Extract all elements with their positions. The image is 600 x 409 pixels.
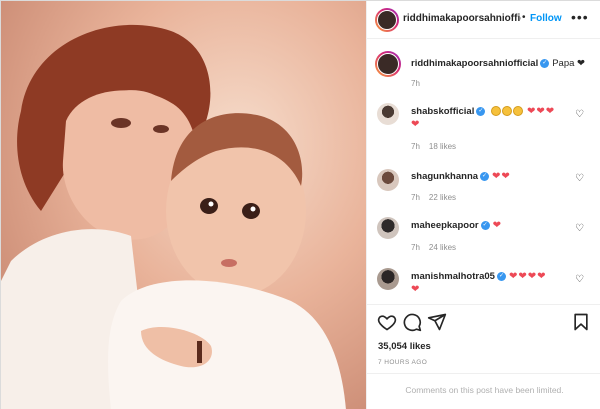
comment-likes[interactable]: 18 likes <box>429 142 456 151</box>
comment-avatar[interactable] <box>377 217 399 239</box>
avatar-image <box>377 217 399 239</box>
comment-meta: 7h 18 likes <box>411 142 465 151</box>
smiley-emoji-icon <box>502 106 512 117</box>
actions-divider <box>367 304 600 305</box>
verified-badge-icon: ✓ <box>496 271 506 281</box>
verified-badge-icon: ✓ <box>480 220 490 230</box>
more-options-icon[interactable]: ••• <box>571 9 589 25</box>
separator-dot: • <box>522 12 526 23</box>
post-timestamp[interactable]: 7 HOURS AGO <box>378 359 427 366</box>
avatar-image <box>377 53 399 75</box>
comment-avatar[interactable] <box>377 268 399 290</box>
comment-text: ❤ <box>492 220 502 231</box>
comment-avatar[interactable] <box>377 103 399 125</box>
comment-meta: 7h 24 likes <box>411 243 465 252</box>
caption-time[interactable]: 7h <box>411 79 420 88</box>
comment-line-wrap: ❤ <box>411 119 420 130</box>
comment-time[interactable]: 7h <box>411 193 420 202</box>
caption-username[interactable]: riddhimakapoorsahniofficial <box>411 58 538 69</box>
post-panel: riddhimakapoorsahniofficial • Follow •••… <box>366 1 600 409</box>
comment-likes[interactable]: 22 likes <box>429 193 456 202</box>
smiley-emoji-icon <box>513 106 523 117</box>
verified-badge-icon: ✓ <box>476 106 486 116</box>
post-photo[interactable] <box>1 1 366 409</box>
likes-count[interactable]: 35,054 likes <box>378 341 431 352</box>
avatar-image <box>377 169 399 191</box>
verified-badge-icon: ✓ <box>540 58 550 68</box>
comment-like-heart-icon[interactable]: ♡ <box>575 274 584 285</box>
comment-time[interactable]: 7h <box>411 243 420 252</box>
comment-meta: 7h 22 likes <box>411 193 465 202</box>
caption-line: riddhimakapoorsahniofficial ✓ Papa ❤ <box>411 58 585 69</box>
follow-button[interactable]: Follow <box>530 13 562 24</box>
comment-line-wrap: ❤ <box>411 284 420 295</box>
comment-time[interactable]: 7h <box>411 142 420 151</box>
comment-like-heart-icon[interactable]: ♡ <box>575 223 584 234</box>
photo-illustration <box>1 1 366 409</box>
comment-text: ❤❤❤❤ <box>508 271 547 282</box>
smiley-emoji-icon <box>491 106 501 117</box>
comment-like-heart-icon[interactable]: ♡ <box>575 109 584 120</box>
save-bookmark-icon[interactable] <box>571 312 591 332</box>
post-modal: riddhimakapoorsahniofficial • Follow •••… <box>0 0 600 409</box>
author-avatar[interactable] <box>375 8 399 32</box>
comment-text: ❤❤❤ <box>527 106 556 117</box>
avatar-image <box>377 103 399 125</box>
comment-username[interactable]: shagunkhanna <box>411 171 478 182</box>
verified-badge-icon: ✓ <box>480 171 490 181</box>
caption-text: Papa ❤ <box>552 58 586 69</box>
comment-avatar[interactable] <box>377 169 399 191</box>
comment-line: maheepkapoor ✓ ❤ <box>411 220 502 231</box>
comment-text: ❤❤ <box>492 171 511 182</box>
comments-divider <box>367 373 600 374</box>
comment-username[interactable]: shabskofficial <box>411 106 474 117</box>
comment-text: ❤ <box>411 119 421 130</box>
comment-line: manishmalhotra05 ✓ ❤❤❤❤ <box>411 271 546 282</box>
comment-like-heart-icon[interactable]: ♡ <box>575 173 584 184</box>
comment-line: shabskofficial ✓ ❤❤❤ <box>411 106 555 117</box>
author-username[interactable]: riddhimakapoorsahniofficial <box>403 13 521 24</box>
comment-line: shagunkhanna ✓ ❤❤ <box>411 171 511 182</box>
caption-avatar[interactable] <box>375 51 401 77</box>
yellow-emoji-group <box>491 106 524 117</box>
comment-bubble-icon[interactable] <box>402 312 422 332</box>
action-bar <box>375 312 595 332</box>
comment-likes[interactable]: 24 likes <box>429 243 456 252</box>
share-paper-plane-icon[interactable] <box>427 312 447 332</box>
comments-limited-notice: Comments on this post have been limited. <box>405 385 564 395</box>
comment-text: ❤ <box>411 284 421 295</box>
post-header: riddhimakapoorsahniofficial • Follow ••• <box>367 1 600 39</box>
avatar-image <box>377 10 397 30</box>
comment-username[interactable]: maheepkapoor <box>411 220 479 231</box>
like-heart-icon[interactable] <box>377 312 397 332</box>
avatar-image <box>377 268 399 290</box>
comment-username[interactable]: manishmalhotra05 <box>411 271 495 282</box>
